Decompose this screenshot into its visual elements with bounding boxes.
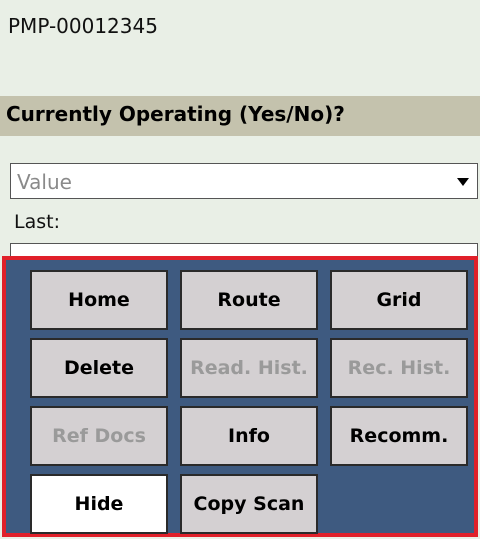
ref-docs-button: Ref Docs bbox=[30, 406, 168, 466]
value-dropdown[interactable]: Value bbox=[10, 163, 478, 199]
value-placeholder: Value bbox=[17, 170, 72, 194]
delete-button[interactable]: Delete bbox=[30, 338, 168, 398]
last-label: Last: bbox=[14, 211, 60, 233]
screen: PMP-00012345 Currently Operating (Yes/No… bbox=[0, 0, 480, 539]
grid-button[interactable]: Grid bbox=[330, 270, 468, 330]
chevron-down-icon[interactable] bbox=[457, 178, 469, 186]
copy-scan-button[interactable]: Copy Scan bbox=[180, 474, 318, 534]
recomm-button[interactable]: Recomm. bbox=[330, 406, 468, 466]
read-hist-button: Read. Hist. bbox=[180, 338, 318, 398]
info-button[interactable]: Info bbox=[180, 406, 318, 466]
button-panel: Home Route Grid Delete Read. Hist. Rec. … bbox=[2, 256, 478, 537]
home-button[interactable]: Home bbox=[30, 270, 168, 330]
rec-hist-button: Rec. Hist. bbox=[330, 338, 468, 398]
route-button[interactable]: Route bbox=[180, 270, 318, 330]
equipment-id: PMP-00012345 bbox=[8, 14, 158, 38]
question-header: Currently Operating (Yes/No)? bbox=[0, 96, 480, 136]
question-text: Currently Operating (Yes/No)? bbox=[6, 102, 345, 126]
hide-button[interactable]: Hide bbox=[30, 474, 168, 534]
